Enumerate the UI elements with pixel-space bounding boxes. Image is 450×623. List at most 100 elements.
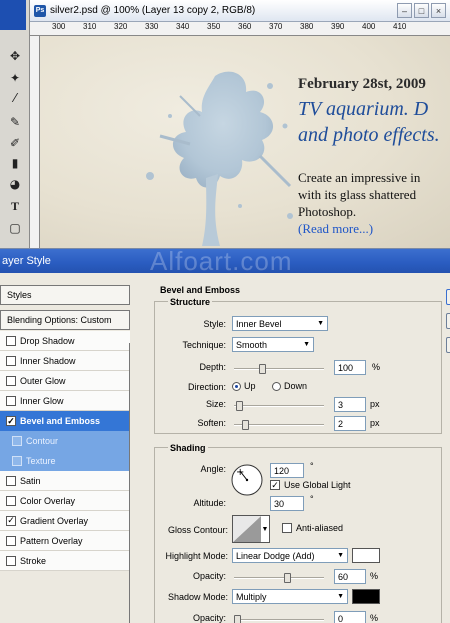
- type-tool-icon[interactable]: T: [6, 198, 24, 214]
- global-light-checkbox[interactable]: ✓ Use Global Light: [270, 480, 351, 490]
- altitude-input[interactable]: 30: [270, 496, 304, 511]
- post-excerpt: Create an impressive in with its glass s…: [298, 169, 420, 237]
- style-label: Style:: [203, 319, 226, 329]
- technique-label: Technique:: [182, 340, 226, 350]
- highlight-opacity-thumb[interactable]: [284, 573, 291, 583]
- history-brush-icon[interactable]: ✐: [6, 135, 24, 151]
- highlight-color-swatch[interactable]: [352, 548, 380, 563]
- depth-label: Depth:: [199, 362, 226, 372]
- ok-button[interactable]: [446, 289, 450, 305]
- shading-heading: Shading: [168, 443, 208, 453]
- ruler-tick-label: 300: [52, 22, 66, 31]
- shape-tool-icon[interactable]: ▢: [6, 220, 24, 236]
- highlight-opacity-input[interactable]: 60: [334, 569, 366, 584]
- dialog-title: ayer Style: [2, 255, 51, 267]
- size-slider-thumb[interactable]: [236, 401, 243, 411]
- magic-wand-icon[interactable]: ✦: [6, 70, 24, 86]
- gloss-contour-picker[interactable]: ▼: [232, 515, 270, 543]
- blending-options-item[interactable]: Blending Options: Custom: [0, 310, 130, 330]
- depth-slider-thumb[interactable]: [259, 364, 266, 374]
- shadow-mode-value: Multiply: [236, 591, 267, 602]
- highlight-opacity-slider[interactable]: [234, 573, 324, 583]
- ruler-tick-label: 400: [362, 22, 376, 31]
- ruler-tick-label: 310: [83, 22, 97, 31]
- dialog-title-bar: ayer Style Alfoart.com: [0, 249, 450, 273]
- gloss-contour-label: Gloss Contour:: [167, 525, 228, 535]
- depth-unit: %: [372, 362, 381, 372]
- move-tool-icon[interactable]: ✥: [6, 48, 24, 64]
- direction-up-label: Up: [244, 381, 256, 391]
- altitude-unit: °: [310, 494, 314, 504]
- soften-input[interactable]: 2: [334, 416, 366, 431]
- soften-slider-thumb[interactable]: [242, 420, 249, 430]
- water-splash-graphic: [146, 71, 293, 246]
- soften-unit: px: [370, 418, 380, 428]
- ruler-tick-label: 410: [393, 22, 407, 31]
- global-light-label: Use Global Light: [284, 480, 351, 490]
- size-input[interactable]: 3: [334, 397, 366, 412]
- shadow-opacity-input[interactable]: 0: [334, 611, 366, 623]
- depth-slider[interactable]: [234, 364, 324, 374]
- horizontal-ruler: 300 310 320 330 340 350 360 370 380 390 400 410: [30, 22, 450, 36]
- new-style-button[interactable]: [446, 337, 450, 353]
- chevron-down-icon: ▼: [337, 593, 344, 600]
- angle-input[interactable]: 120: [270, 463, 304, 478]
- shadow-opacity-thumb[interactable]: [234, 615, 241, 623]
- shadow-mode-select[interactable]: Multiply ▼: [232, 589, 348, 604]
- ruler-tick-label: 330: [145, 22, 159, 31]
- maximize-button[interactable]: □: [414, 3, 429, 18]
- direction-up-radio[interactable]: Up: [232, 381, 256, 392]
- read-more-link[interactable]: (Read more...): [298, 220, 420, 237]
- style-select[interactable]: Inner Bevel ▼: [232, 316, 328, 331]
- direction-down-radio[interactable]: Down: [272, 381, 307, 392]
- styles-item[interactable]: Styles: [0, 285, 130, 305]
- size-unit: px: [370, 399, 380, 409]
- post-excerpt-line-1: Create an impressive in: [298, 170, 421, 185]
- document-window: ✥ ✦ ⁄ ✎ ✐ ▮ ◕ T ▢ Ps silver2.psd @ 100% …: [0, 0, 450, 248]
- cancel-button[interactable]: [446, 313, 450, 329]
- gradient-tool-icon[interactable]: ▮: [6, 155, 24, 171]
- depth-input[interactable]: 100: [334, 360, 366, 375]
- minimize-button[interactable]: –: [397, 3, 412, 18]
- bevel-heading: Bevel and Emboss: [160, 285, 241, 295]
- shadow-mode-label: Shadow Mode:: [167, 592, 228, 602]
- dodge-tool-icon[interactable]: ◕: [6, 176, 24, 192]
- structure-heading: Structure: [168, 297, 213, 307]
- technique-select-value: Smooth: [236, 339, 268, 350]
- eyedropper-icon[interactable]: ⁄: [6, 90, 24, 106]
- ruler-tick-label: 390: [331, 22, 345, 31]
- highlight-mode-label: Highlight Mode:: [165, 551, 228, 561]
- chevron-down-icon: ▼: [303, 341, 310, 348]
- soften-label: Soften:: [197, 418, 226, 428]
- brush-icon[interactable]: ✎: [6, 114, 24, 130]
- angle-label: Angle:: [200, 464, 226, 474]
- document-canvas[interactable]: February 28st, 2009 TV aquarium. D and p…: [40, 36, 450, 248]
- shadow-color-swatch[interactable]: [352, 589, 380, 604]
- highlight-mode-value: Linear Dodge (Add): [236, 550, 315, 561]
- ruler-tick-label: 350: [207, 22, 221, 31]
- ruler-tick-label: 360: [238, 22, 252, 31]
- post-date: February 28st, 2009: [298, 76, 426, 92]
- chevron-down-icon: ▼: [337, 552, 344, 559]
- ruler-tick-label: 370: [269, 22, 283, 31]
- anti-aliased-checkbox[interactable]: Anti-aliased: [282, 523, 343, 533]
- technique-select[interactable]: Smooth ▼: [232, 337, 314, 352]
- highlight-mode-select[interactable]: Linear Dodge (Add) ▼: [232, 548, 348, 563]
- chevron-down-icon: ▼: [317, 320, 324, 327]
- angle-dial[interactable]: +: [230, 463, 264, 497]
- svg-text:+: +: [236, 467, 244, 478]
- style-select-value: Inner Bevel: [236, 318, 282, 329]
- shadow-opacity-slider[interactable]: [234, 615, 324, 623]
- checkbox-checked-icon: ✓: [270, 479, 280, 490]
- ruler-tick-label: 380: [300, 22, 314, 31]
- highlight-opacity-unit: %: [370, 571, 379, 581]
- close-button[interactable]: ×: [431, 3, 446, 18]
- direction-label: Direction:: [187, 382, 226, 392]
- ruler-tick-label: 320: [114, 22, 128, 31]
- altitude-label: Altitude:: [193, 498, 226, 508]
- size-slider[interactable]: [234, 401, 324, 411]
- layer-style-dialog: ayer Style Alfoart.com Styles Blending O…: [0, 248, 450, 623]
- contour-preview-icon: [233, 516, 261, 542]
- soften-slider[interactable]: [234, 420, 324, 430]
- post-title[interactable]: TV aquarium. D and photo effects.: [298, 96, 440, 148]
